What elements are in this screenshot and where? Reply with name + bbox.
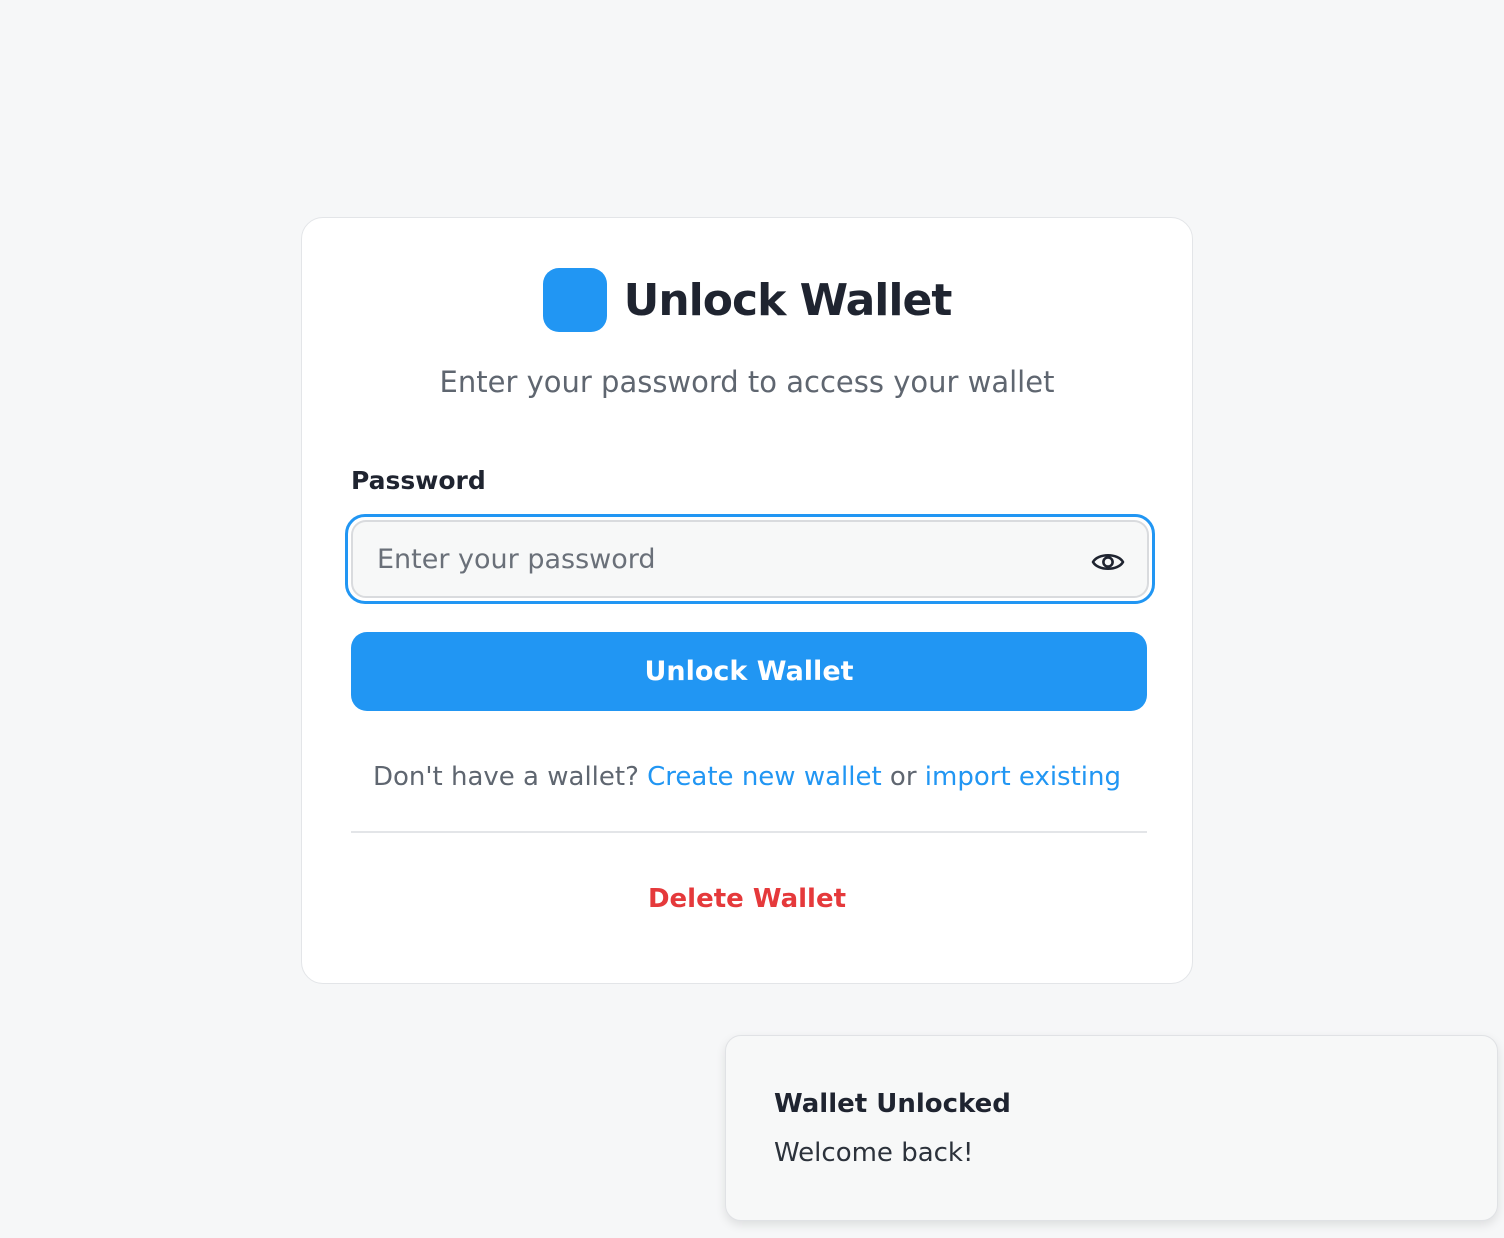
toast-message: Welcome back! — [774, 1138, 974, 1168]
unlock-wallet-button[interactable]: Unlock Wallet — [351, 632, 1147, 711]
card-header: Unlock Wallet — [302, 267, 1192, 333]
no-wallet-text: Don't have a wallet? — [372, 762, 639, 792]
password-field — [351, 520, 1149, 598]
password-field-focus-ring — [345, 514, 1155, 604]
eye-icon[interactable] — [1091, 547, 1125, 577]
toast-notification: Wallet Unlocked Welcome back! — [725, 1035, 1498, 1221]
create-new-wallet-link[interactable]: Create new wallet — [647, 762, 882, 792]
wallet-logo-icon — [542, 268, 607, 332]
unlock-card: Unlock Wallet Enter your password to acc… — [301, 217, 1193, 984]
toast-title: Wallet Unlocked — [774, 1089, 1011, 1119]
password-label: Password — [351, 466, 486, 495]
import-existing-link[interactable]: import existing — [925, 762, 1121, 792]
page-title: Unlock Wallet — [623, 274, 953, 326]
password-input[interactable] — [377, 522, 1057, 596]
or-text: or — [889, 762, 917, 792]
divider — [351, 831, 1147, 833]
create-import-prompt: Don't have a wallet? Create new wallet o… — [302, 762, 1192, 792]
delete-wallet-button[interactable]: Delete Wallet — [302, 884, 1192, 914]
page-subtitle: Enter your password to access your walle… — [439, 365, 1055, 399]
